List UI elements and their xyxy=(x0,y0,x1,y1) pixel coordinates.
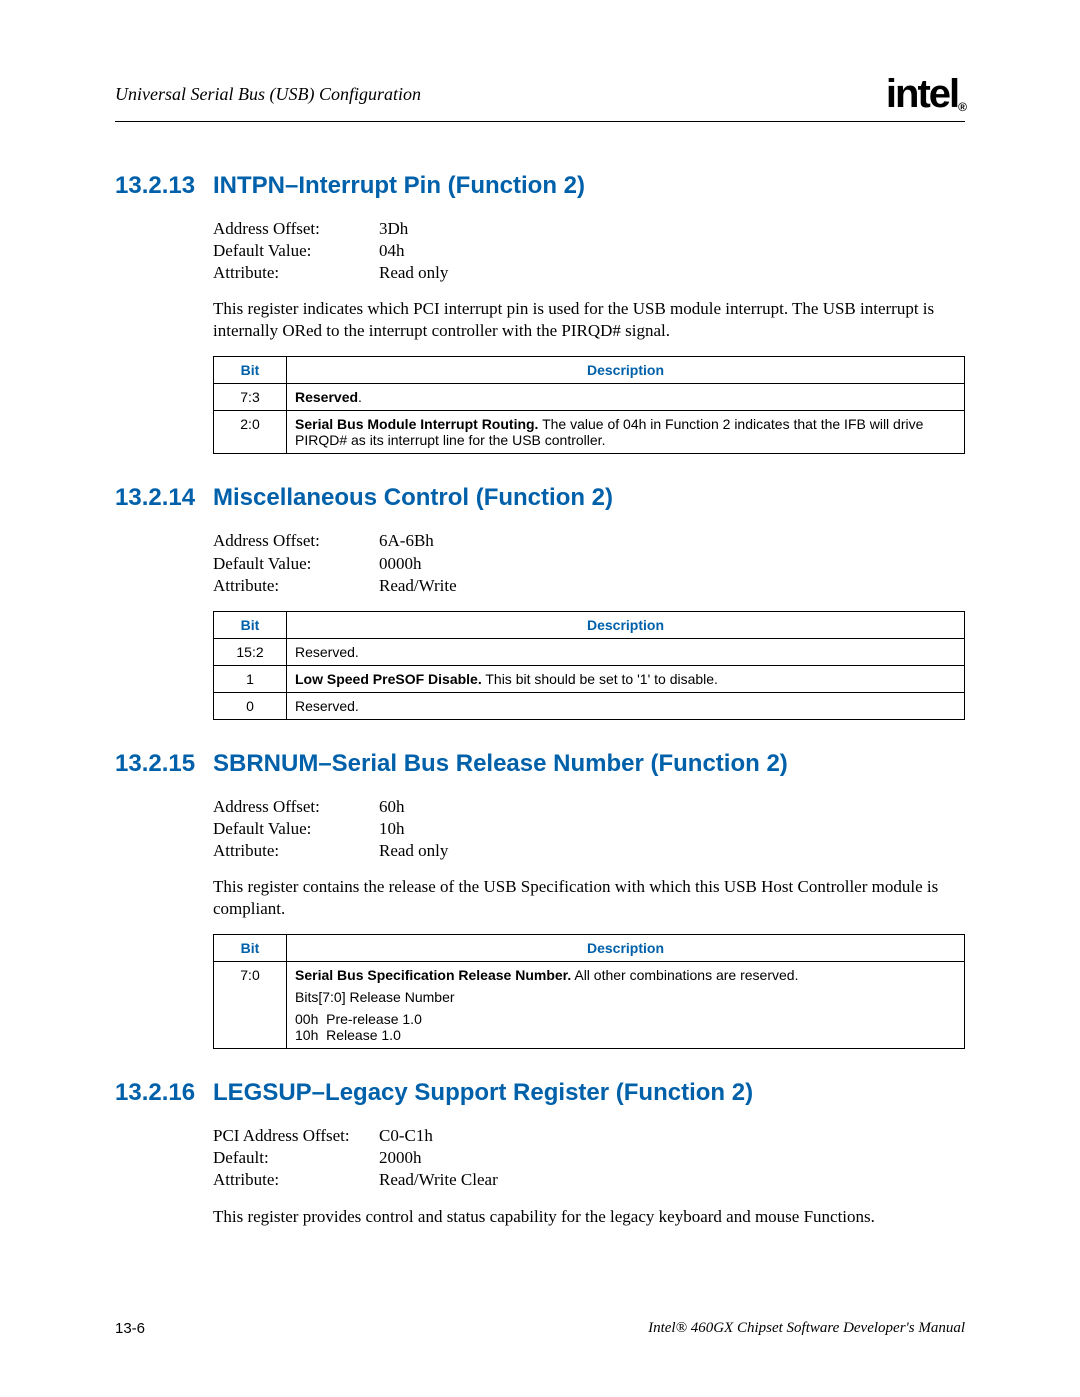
reg-label: Address Offset: xyxy=(213,796,379,818)
bit-header: Bit xyxy=(214,357,287,384)
section-heading-13-2-14: 13.2.14 Miscellaneous Control (Function … xyxy=(115,484,965,512)
reg-value: 04h xyxy=(379,240,965,262)
bit-header: Bit xyxy=(214,611,287,638)
table-row: 0 Reserved. xyxy=(214,692,965,719)
section-title: LEGSUP–Legacy Support Register (Function… xyxy=(213,1079,965,1107)
intel-logo: intel® xyxy=(886,72,965,117)
page-number: 13-6 xyxy=(115,1320,145,1337)
footer-title: Intel® 460GX Chipset Software Developer'… xyxy=(648,1320,965,1337)
desc-header: Description xyxy=(287,611,965,638)
reg-value: 0000h xyxy=(379,553,965,575)
header-title: Universal Serial Bus (USB) Configuration xyxy=(115,84,421,105)
reg-label: Attribute: xyxy=(213,575,379,597)
reg-value: C0-C1h xyxy=(379,1125,965,1147)
section-content: Address Offset: Default Value: Attribute… xyxy=(213,796,965,1049)
desc-cell: Serial Bus Specification Release Number.… xyxy=(287,962,965,1049)
register-info: PCI Address Offset: Default: Attribute: … xyxy=(213,1125,965,1191)
page-footer: 13-6 Intel® 460GX Chipset Software Devel… xyxy=(115,1320,965,1337)
table-row: 2:0 Serial Bus Module Interrupt Routing.… xyxy=(214,411,965,454)
reg-label: Default: xyxy=(213,1147,379,1169)
section-number: 13.2.13 xyxy=(115,172,213,200)
reg-label: Address Offset: xyxy=(213,218,379,240)
table-row: 15:2 Reserved. xyxy=(214,638,965,665)
section-number: 13.2.15 xyxy=(115,750,213,778)
reg-label: Default Value: xyxy=(213,818,379,840)
paragraph: This register provides control and statu… xyxy=(213,1206,965,1228)
desc-header: Description xyxy=(287,357,965,384)
reg-value: Read only xyxy=(379,262,965,284)
section-title: Miscellaneous Control (Function 2) xyxy=(213,484,965,512)
reg-value: 10h xyxy=(379,818,965,840)
reg-label: Attribute: xyxy=(213,1169,379,1191)
bit-header: Bit xyxy=(214,935,287,962)
table-header-row: Bit Description xyxy=(214,935,965,962)
section-number: 13.2.14 xyxy=(115,484,213,512)
desc-cell: Reserved. xyxy=(287,692,965,719)
desc-cell: Reserved. xyxy=(287,384,965,411)
section-title: SBRNUM–Serial Bus Release Number (Functi… xyxy=(213,750,965,778)
reg-value: 2000h xyxy=(379,1147,965,1169)
table-header-row: Bit Description xyxy=(214,357,965,384)
table-header-row: Bit Description xyxy=(214,611,965,638)
section-heading-13-2-15: 13.2.15 SBRNUM–Serial Bus Release Number… xyxy=(115,750,965,778)
desc-extra: Bits[7:0] Release Number xyxy=(295,989,956,1005)
section-content: Address Offset: Default Value: Attribute… xyxy=(213,218,965,454)
reg-label: PCI Address Offset: xyxy=(213,1125,379,1147)
section-heading-13-2-16: 13.2.16 LEGSUP–Legacy Support Register (… xyxy=(115,1079,965,1107)
paragraph: This register indicates which PCI interr… xyxy=(213,298,965,342)
section-heading-13-2-13: 13.2.13 INTPN–Interrupt Pin (Function 2) xyxy=(115,172,965,200)
reg-label: Address Offset: xyxy=(213,530,379,552)
desc-extra: 00h Pre-release 1.0 10h Release 1.0 xyxy=(295,1011,956,1043)
bit-cell: 15:2 xyxy=(214,638,287,665)
reg-value: Read only xyxy=(379,840,965,862)
paragraph: This register contains the release of th… xyxy=(213,876,965,920)
page-header: Universal Serial Bus (USB) Configuration… xyxy=(115,72,965,122)
bit-cell: 2:0 xyxy=(214,411,287,454)
bit-cell: 7:0 xyxy=(214,962,287,1049)
section-number: 13.2.16 xyxy=(115,1079,213,1107)
table-row: 7:3 Reserved. xyxy=(214,384,965,411)
table-row: 7:0 Serial Bus Specification Release Num… xyxy=(214,962,965,1049)
bit-table: Bit Description 7:3 Reserved. 2:0 Serial… xyxy=(213,356,965,454)
reg-value: 60h xyxy=(379,796,965,818)
bit-cell: 7:3 xyxy=(214,384,287,411)
bit-table: Bit Description 7:0 Serial Bus Specifica… xyxy=(213,934,965,1049)
reg-value: Read/Write Clear xyxy=(379,1169,965,1191)
register-info: Address Offset: Default Value: Attribute… xyxy=(213,218,965,284)
page: Universal Serial Bus (USB) Configuration… xyxy=(0,0,1080,1397)
bit-cell: 0 xyxy=(214,692,287,719)
reg-label: Default Value: xyxy=(213,553,379,575)
bit-cell: 1 xyxy=(214,665,287,692)
table-row: 1 Low Speed PreSOF Disable. This bit sho… xyxy=(214,665,965,692)
section-content: Address Offset: Default Value: Attribute… xyxy=(213,530,965,719)
register-info: Address Offset: Default Value: Attribute… xyxy=(213,530,965,596)
reg-label: Attribute: xyxy=(213,840,379,862)
desc-cell: Low Speed PreSOF Disable. This bit shoul… xyxy=(287,665,965,692)
section-title: INTPN–Interrupt Pin (Function 2) xyxy=(213,172,965,200)
desc-cell: Reserved. xyxy=(287,638,965,665)
register-info: Address Offset: Default Value: Attribute… xyxy=(213,796,965,862)
reg-value: 3Dh xyxy=(379,218,965,240)
desc-header: Description xyxy=(287,935,965,962)
desc-cell: Serial Bus Module Interrupt Routing. The… xyxy=(287,411,965,454)
reg-label: Attribute: xyxy=(213,262,379,284)
bit-table: Bit Description 15:2 Reserved. 1 Low Spe… xyxy=(213,611,965,720)
reg-value: Read/Write xyxy=(379,575,965,597)
section-content: PCI Address Offset: Default: Attribute: … xyxy=(213,1125,965,1227)
reg-value: 6A-6Bh xyxy=(379,530,965,552)
reg-label: Default Value: xyxy=(213,240,379,262)
